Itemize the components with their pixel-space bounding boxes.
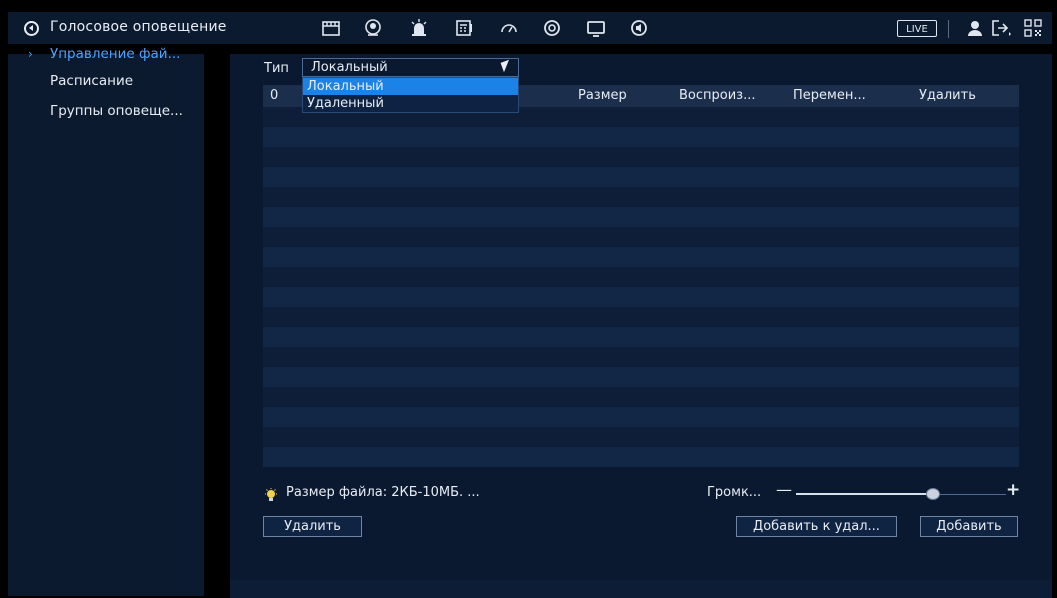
page-title: Голосовое оповещение <box>50 19 227 35</box>
column-header-delete: Удалить <box>919 88 976 103</box>
column-header-size: Размер <box>578 88 627 103</box>
user-icon[interactable] <box>964 18 986 38</box>
sidebar: › Управление фай... Расписание Группы оп… <box>8 46 204 596</box>
type-dropdown: Локальный Удаленный <box>302 77 519 113</box>
dropdown-option-remote[interactable]: Удаленный <box>303 95 518 112</box>
column-header-index: 0 <box>270 88 279 103</box>
table-row[interactable] <box>263 207 1019 227</box>
table-row[interactable] <box>263 307 1019 327</box>
top-bar: Голосовое оповещение LIVE <box>8 12 1052 44</box>
table-row[interactable] <box>263 167 1019 187</box>
table-row[interactable] <box>263 187 1019 207</box>
film-icon[interactable] <box>320 18 342 38</box>
table-row[interactable] <box>263 407 1019 427</box>
alarm-light-icon[interactable] <box>408 18 430 38</box>
add-to-remote-button[interactable]: Добавить к удал... <box>736 516 897 537</box>
sidebar-item-file-management[interactable]: › Управление фай... <box>8 41 204 67</box>
table-row[interactable] <box>263 367 1019 387</box>
type-select[interactable]: Локальный <box>302 58 519 77</box>
volume-slider-fill <box>796 493 933 495</box>
column-header-rename: Перемен... <box>793 88 866 103</box>
table-row[interactable] <box>263 447 1019 467</box>
gauge-icon[interactable] <box>498 18 520 38</box>
delete-button[interactable]: Удалить <box>263 516 362 537</box>
chevron-right-icon: › <box>28 47 33 61</box>
sidebar-item-label: Группы оповеще... <box>50 103 183 119</box>
file-size-hint: Размер файла: 2КБ-10МБ. ... <box>286 485 480 500</box>
sidebar-item-broadcast-groups[interactable]: Группы оповеще... <box>8 98 204 124</box>
volume-slider-handle[interactable] <box>925 488 940 500</box>
table-row[interactable] <box>263 287 1019 307</box>
table-row[interactable] <box>263 347 1019 367</box>
screen: Голосовое оповещение LIVE › Управление ф… <box>0 0 1057 598</box>
table-row[interactable] <box>263 147 1019 167</box>
face-icon[interactable] <box>362 18 384 38</box>
monitor-icon[interactable] <box>585 18 607 38</box>
sidebar-item-label: Управление фай... <box>50 46 181 62</box>
topbar-divider <box>948 20 949 38</box>
table-row[interactable] <box>263 267 1019 287</box>
add-button[interactable]: Добавить <box>920 516 1018 537</box>
volume-decrease-button[interactable]: — <box>776 480 792 499</box>
dropdown-option-local[interactable]: Локальный <box>303 78 518 95</box>
table-row[interactable] <box>263 127 1019 147</box>
calculator-icon[interactable] <box>453 18 475 38</box>
sync-icon[interactable] <box>541 18 563 38</box>
sidebar-item-schedule[interactable]: Расписание <box>8 68 204 94</box>
bottom-strip <box>230 580 1052 598</box>
logout-icon[interactable] <box>990 18 1012 38</box>
lightbulb-icon <box>264 487 278 501</box>
main-panel: Тип Локальный Локальный Удаленный 0 Разм… <box>230 54 1052 596</box>
column-header-play: Воспроиз... <box>679 88 756 103</box>
table-row[interactable] <box>263 327 1019 347</box>
table-row[interactable] <box>263 227 1019 247</box>
table-row[interactable] <box>263 387 1019 407</box>
table-row[interactable] <box>263 247 1019 267</box>
table-row[interactable] <box>263 427 1019 447</box>
speaker-icon[interactable] <box>24 21 39 36</box>
sidebar-item-label: Расписание <box>50 73 134 89</box>
live-button[interactable]: LIVE <box>897 20 937 37</box>
type-label: Тип <box>264 61 289 76</box>
file-table: 0 Размер Воспроиз... Перемен... Удалить <box>263 85 1019 471</box>
qr-code-icon[interactable] <box>1022 18 1044 38</box>
volume-increase-button[interactable]: + <box>1006 480 1020 500</box>
volume-label: Громк... <box>707 485 762 500</box>
audio-icon[interactable] <box>628 18 650 38</box>
